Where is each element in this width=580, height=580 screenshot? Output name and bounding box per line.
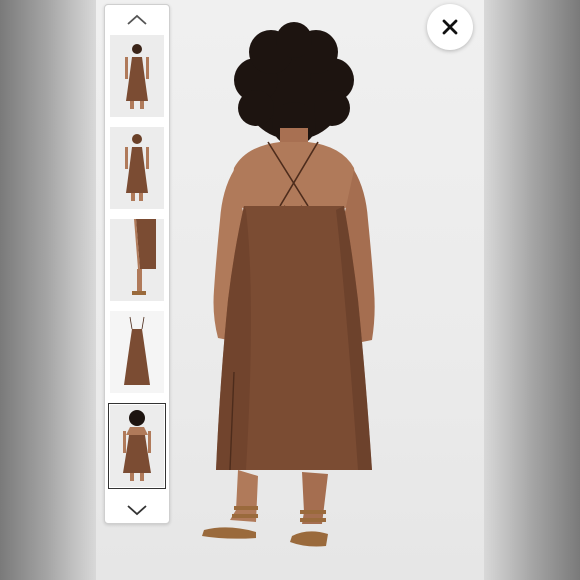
thumbnail-back-model-view[interactable] — [108, 403, 166, 489]
chevron-down-icon — [127, 505, 147, 516]
thumbnail-image — [110, 35, 164, 117]
thumbnail-image — [110, 219, 164, 301]
thumbnail-flat-view[interactable] — [110, 311, 164, 393]
thumbnail-image — [110, 405, 164, 487]
sandals — [202, 506, 328, 547]
chevron-up-icon — [127, 14, 147, 25]
next-thumbnail-button[interactable] — [105, 497, 169, 523]
previous-thumbnail-button[interactable] — [105, 7, 169, 33]
close-button[interactable] — [427, 4, 473, 50]
thumbnail-back-view[interactable] — [110, 127, 164, 209]
model-right-leg — [302, 472, 328, 524]
thumbnail-side-slit-view[interactable] — [110, 219, 164, 301]
close-icon — [442, 19, 458, 35]
model-back — [230, 142, 358, 210]
thumbnail-image — [110, 311, 164, 393]
model-hair — [234, 22, 354, 146]
thumbnail-front-view[interactable] — [110, 35, 164, 117]
thumbnail-image — [110, 127, 164, 209]
thumbnail-rail — [104, 4, 170, 524]
